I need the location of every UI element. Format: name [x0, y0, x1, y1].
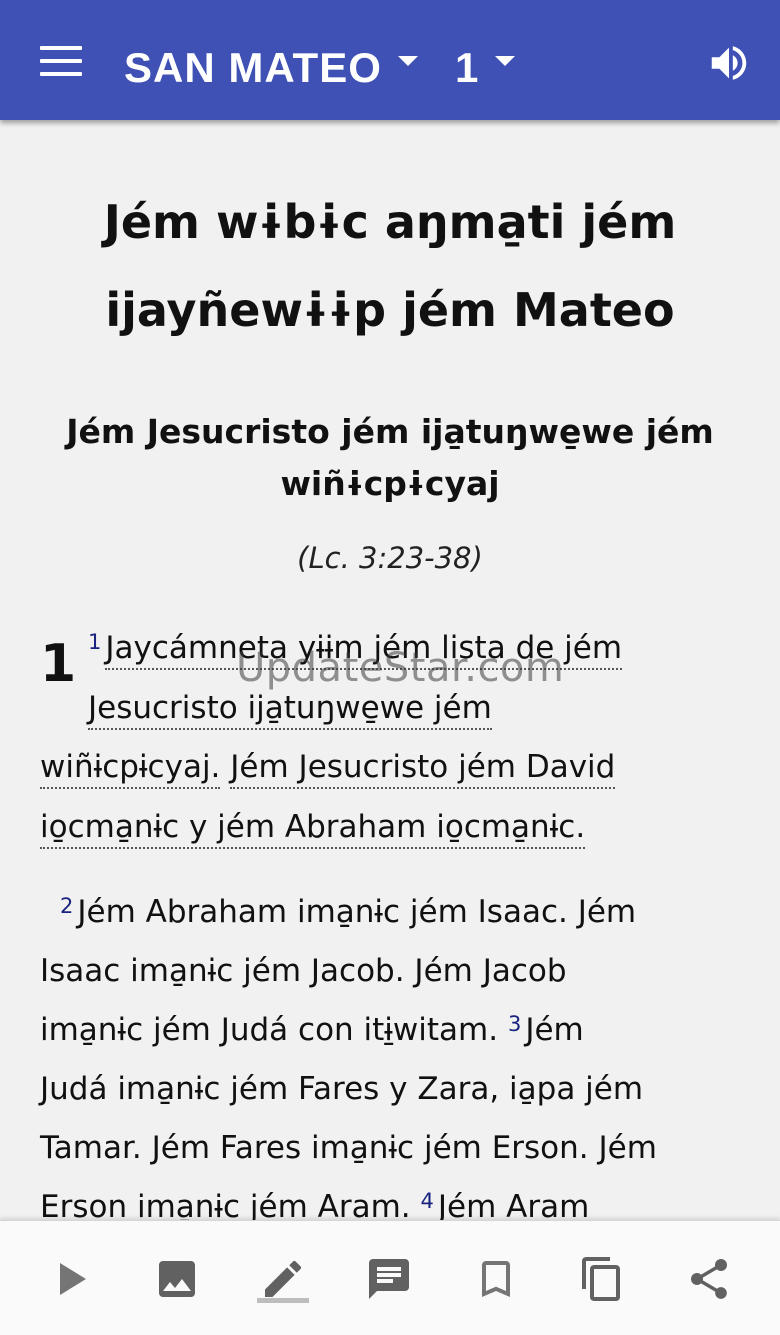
verse-line[interactable]: Erson ima̱nɨc jém Aram. 4 Jém Aram [40, 1187, 589, 1220]
menu-icon[interactable] [40, 46, 82, 76]
section-heading: Jém Jesucristo jém ija̱tuŋwe̱we jém wiñɨ… [30, 406, 750, 510]
speaker-icon[interactable] [706, 40, 752, 86]
verse-line[interactable]: wiñɨcpɨcyaj. Jém Jesucristo jém David [40, 747, 616, 789]
book-title-line: Jém wɨbɨc aŋma̱ti jém [103, 195, 677, 249]
bookmark-icon [482, 1261, 510, 1297]
verse-line[interactable]: 1 Jaycámneta yɨɨm jém lista de jém [88, 628, 623, 670]
share-button[interactable] [681, 1251, 737, 1307]
verse-line[interactable]: Isaac ima̱nɨc jém Jacob. Jém Jacob [40, 951, 567, 991]
section-heading-line: Jém Jesucristo jém ija̱tuŋwe̱we jém [66, 412, 714, 451]
book-title: Jém wɨbɨc aŋma̱ti jém ijayñewɨɨp jém Mat… [40, 178, 740, 354]
verse-line[interactable]: 2 Jém Abraham ima̱nɨc jém Isaac. Jém [60, 892, 636, 932]
verse-text: wiñɨcpɨcyaj. [40, 749, 221, 789]
verse-text: ima̱nɨc jém Judá con itɨ̱witam. [40, 1012, 499, 1048]
verse-line[interactable]: io̱cma̱nɨc y jém Abraham io̱cma̱nɨc. [40, 807, 586, 849]
verse-line[interactable]: Jesucristo ija̱tuŋwe̱we jém [88, 688, 492, 730]
verse-number: 3 [507, 1012, 522, 1036]
book-title-line: ijayñewɨɨp jém Mateo [105, 283, 675, 337]
section-reference[interactable]: (Lc. 3:23-38) [40, 541, 740, 575]
image-icon [159, 1261, 195, 1297]
verse-text: Erson ima̱nɨc jém Aram. [40, 1189, 411, 1220]
play-button[interactable] [42, 1251, 98, 1307]
verse-number: 2 [60, 894, 74, 918]
verse-line[interactable]: ima̱nɨc jém Judá con itɨ̱witam. 3 Jém [40, 1010, 584, 1050]
book-selector[interactable]: SAN MATEO [124, 40, 418, 96]
chevron-down-icon [397, 56, 418, 66]
verse-text: io̱cma̱nɨc y jém Abraham io̱cma̱nɨc. [40, 809, 586, 849]
play-icon [60, 1263, 86, 1295]
chapter-label: 1 [455, 44, 480, 91]
app-bar: SAN MATEO 1 [0, 0, 780, 120]
active-tool-indicator [257, 1298, 309, 1303]
verse-text: Isaac ima̱nɨc jém Jacob. Jém Jacob [40, 953, 567, 989]
verse-number: 1 [88, 630, 102, 654]
book-name: SAN MATEO [124, 44, 382, 91]
share-icon [691, 1259, 727, 1299]
verse-text: Jaycámneta yɨɨm jém lista de jém [105, 630, 623, 670]
copy-icon [582, 1257, 620, 1301]
verse-text: Judá ima̱nɨc jém Fares y Zara, ia̱pa jém [40, 1071, 644, 1107]
bookmark-button[interactable] [468, 1251, 524, 1307]
bottom-toolbar [0, 1220, 780, 1335]
comment-icon [369, 1259, 409, 1299]
section-heading-line: wiñɨcpɨcyaj [280, 464, 500, 503]
verse-text: Tamar. Jém Fares ima̱nɨc jém Erson. Jém [40, 1130, 657, 1166]
verse-text: Jesucristo ija̱tuŋwe̱we jém [88, 690, 492, 730]
verse-line[interactable]: Tamar. Jém Fares ima̱nɨc jém Erson. Jém [40, 1128, 657, 1168]
verse-text: Jém Abraham ima̱nɨc jém Isaac. Jém [77, 894, 637, 930]
verse-text: Jém [525, 1012, 584, 1048]
image-button[interactable] [149, 1251, 205, 1307]
verse-text: Jém Aram [437, 1189, 590, 1220]
chevron-down-icon [495, 56, 516, 66]
chapter-number: 1 [40, 634, 77, 694]
chapter-selector[interactable]: 1 [455, 40, 516, 96]
verse-text: Jém Jesucristo jém David [230, 749, 616, 789]
scripture-view[interactable]: Jém wɨbɨc aŋma̱ti jém ijayñewɨɨp jém Mat… [0, 120, 780, 1220]
verse-line[interactable]: Judá ima̱nɨc jém Fares y Zara, ia̱pa jém [40, 1069, 643, 1109]
pencil-icon [265, 1260, 302, 1297]
note-button[interactable] [361, 1251, 417, 1307]
copy-button[interactable] [574, 1251, 630, 1307]
verse-number: 4 [420, 1189, 434, 1213]
